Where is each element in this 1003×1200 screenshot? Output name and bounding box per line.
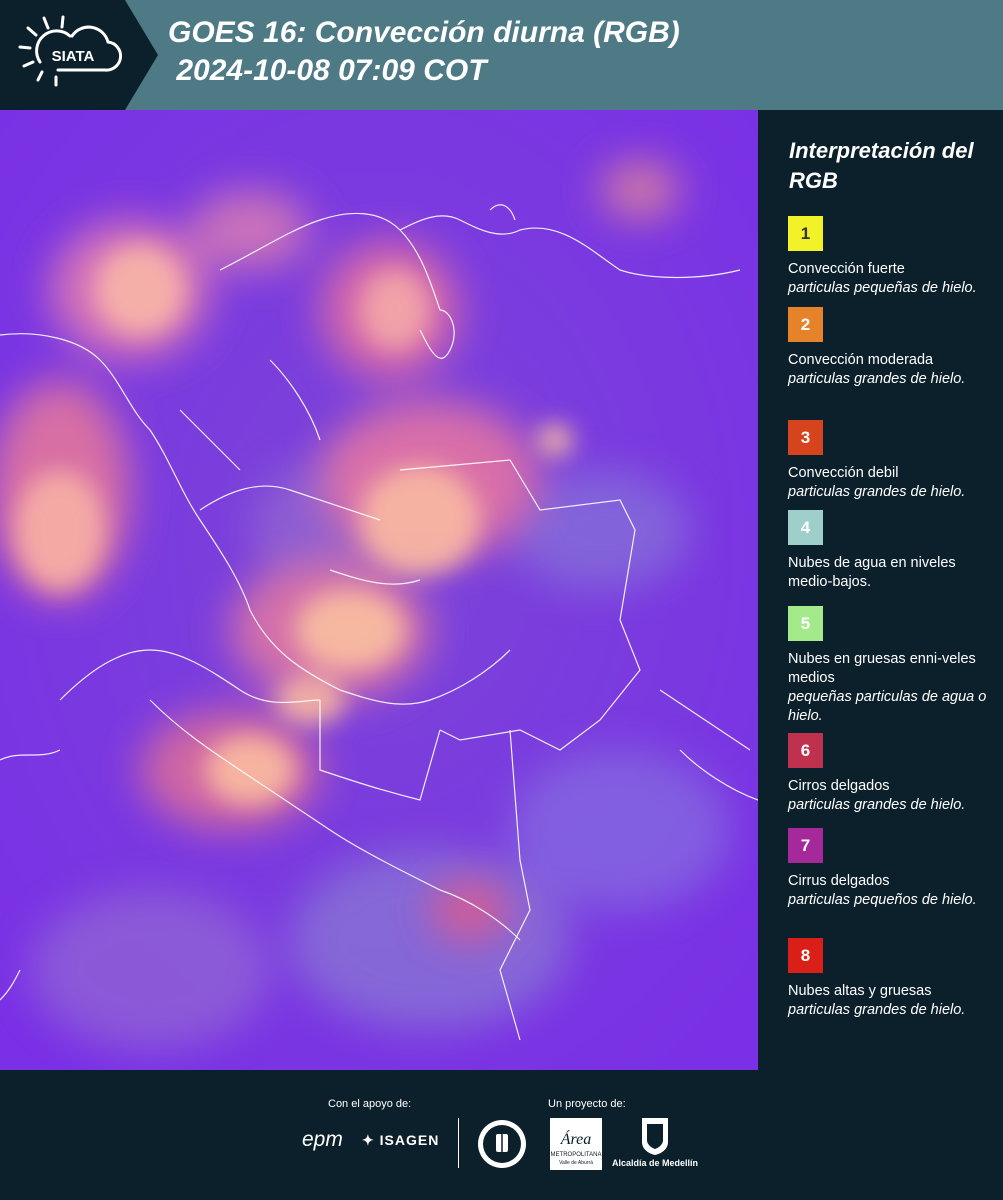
legend-item-sub: particulas grandes de hielo. [788,1002,966,1018]
title-line-1: GOES 16: Convección diurna (RGB) [168,16,680,49]
legend-item-sub: particulas pequeñas de hielo. [788,280,977,296]
legend-item-sub: particulas grandes de hielo. [788,484,966,500]
legend-panel: Interpretación del RGB 1 Convección fuer… [770,110,1003,1070]
area-logo-sub2: Valle de Aburrá [559,1160,593,1166]
legend-item-label: Cirros delgados [788,778,890,794]
legend-item-label: Cirrus delgados [788,873,890,889]
support-label: Con el apoyo de: [328,1098,412,1110]
medellin-seal-icon[interactable] [476,1118,528,1170]
legend-swatch: 6 [788,733,823,768]
header: SIATA GOES 16: Convección diurna (RGB) 2… [0,0,1003,110]
legend-swatch: 7 [788,828,823,863]
legend-item-sub: particulas grandes de hielo. [788,797,966,813]
siata-logo-graphic: SIATA [0,0,158,110]
satellite-map[interactable] [0,110,758,1070]
legend-item-4: 4 Nubes de agua en niveles medio-bajos. [788,510,998,592]
area-metropolitana-logo[interactable]: Área METROPOLITANA Valle de Aburrá [550,1118,602,1170]
legend-item-1: 1 Convección fuerte particulas pequeñas … [788,216,998,298]
legend-item-3: 3 Convección debil particulas grandes de… [788,420,998,502]
legend-item-label: Convección moderada [788,352,934,368]
isagen-logo-text: ISAGEN [379,1132,440,1148]
siata-logo-text: SIATA [52,48,95,65]
isagen-logo[interactable]: ✦ ISAGEN [362,1132,439,1149]
epm-logo[interactable]: epm [302,1128,343,1152]
legend-title: Interpretación del RGB [789,138,974,193]
legend-item-5: 5 Nubes en gruesas enni-veles medios peq… [788,606,998,726]
area-logo-text: Área [560,1129,592,1148]
legend-item-label: Nubes de agua en niveles medio-bajos. [788,555,956,590]
title-line-2: 2024-10-08 07:09 COT [168,54,487,87]
legend-item-8: 8 Nubes altas y gruesas particulas grand… [788,938,998,1020]
alcaldia-shield-icon[interactable] [640,1116,670,1156]
footer-divider [458,1118,459,1168]
legend-item-6: 6 Cirros delgados particulas grandes de … [788,733,998,815]
legend-item-label: Nubes altas y gruesas [788,983,932,999]
alcaldia-label: Alcaldía de Medellín [612,1158,699,1168]
legend-item-sub: particulas pequeños de hielo. [788,892,977,908]
legend-item-label: Convección debil [788,465,899,481]
isagen-icon: ✦ [362,1132,380,1148]
legend-item-7: 7 Cirrus delgados particulas pequeños de… [788,828,998,910]
legend-swatch: 3 [788,420,823,455]
legend-swatch: 1 [788,216,823,251]
siata-logo[interactable]: SIATA [0,0,160,110]
legend-swatch: 8 [788,938,823,973]
legend-swatch: 5 [788,606,823,641]
legend-item-label: Convección fuerte [788,261,905,277]
satellite-image [0,110,758,1070]
area-logo-sub1: METROPOLITANA [551,1152,602,1158]
page-title: GOES 16: Convección diurna (RGB) 2024-10… [168,14,680,90]
legend-item-2: 2 Convección moderada particulas grandes… [788,307,998,389]
legend-swatch: 4 [788,510,823,545]
legend-item-sub: particulas grandes de hielo. [788,371,966,387]
legend-item-sub: pequeñas particulas de agua o hielo. [788,689,987,724]
legend-swatch: 2 [788,307,823,342]
legend-item-label: Nubes en gruesas enni-veles medios [788,651,976,686]
footer: Con el apoyo de: Un proyecto de: epm ✦ I… [0,1070,1003,1200]
project-label: Un proyecto de: [548,1098,626,1110]
